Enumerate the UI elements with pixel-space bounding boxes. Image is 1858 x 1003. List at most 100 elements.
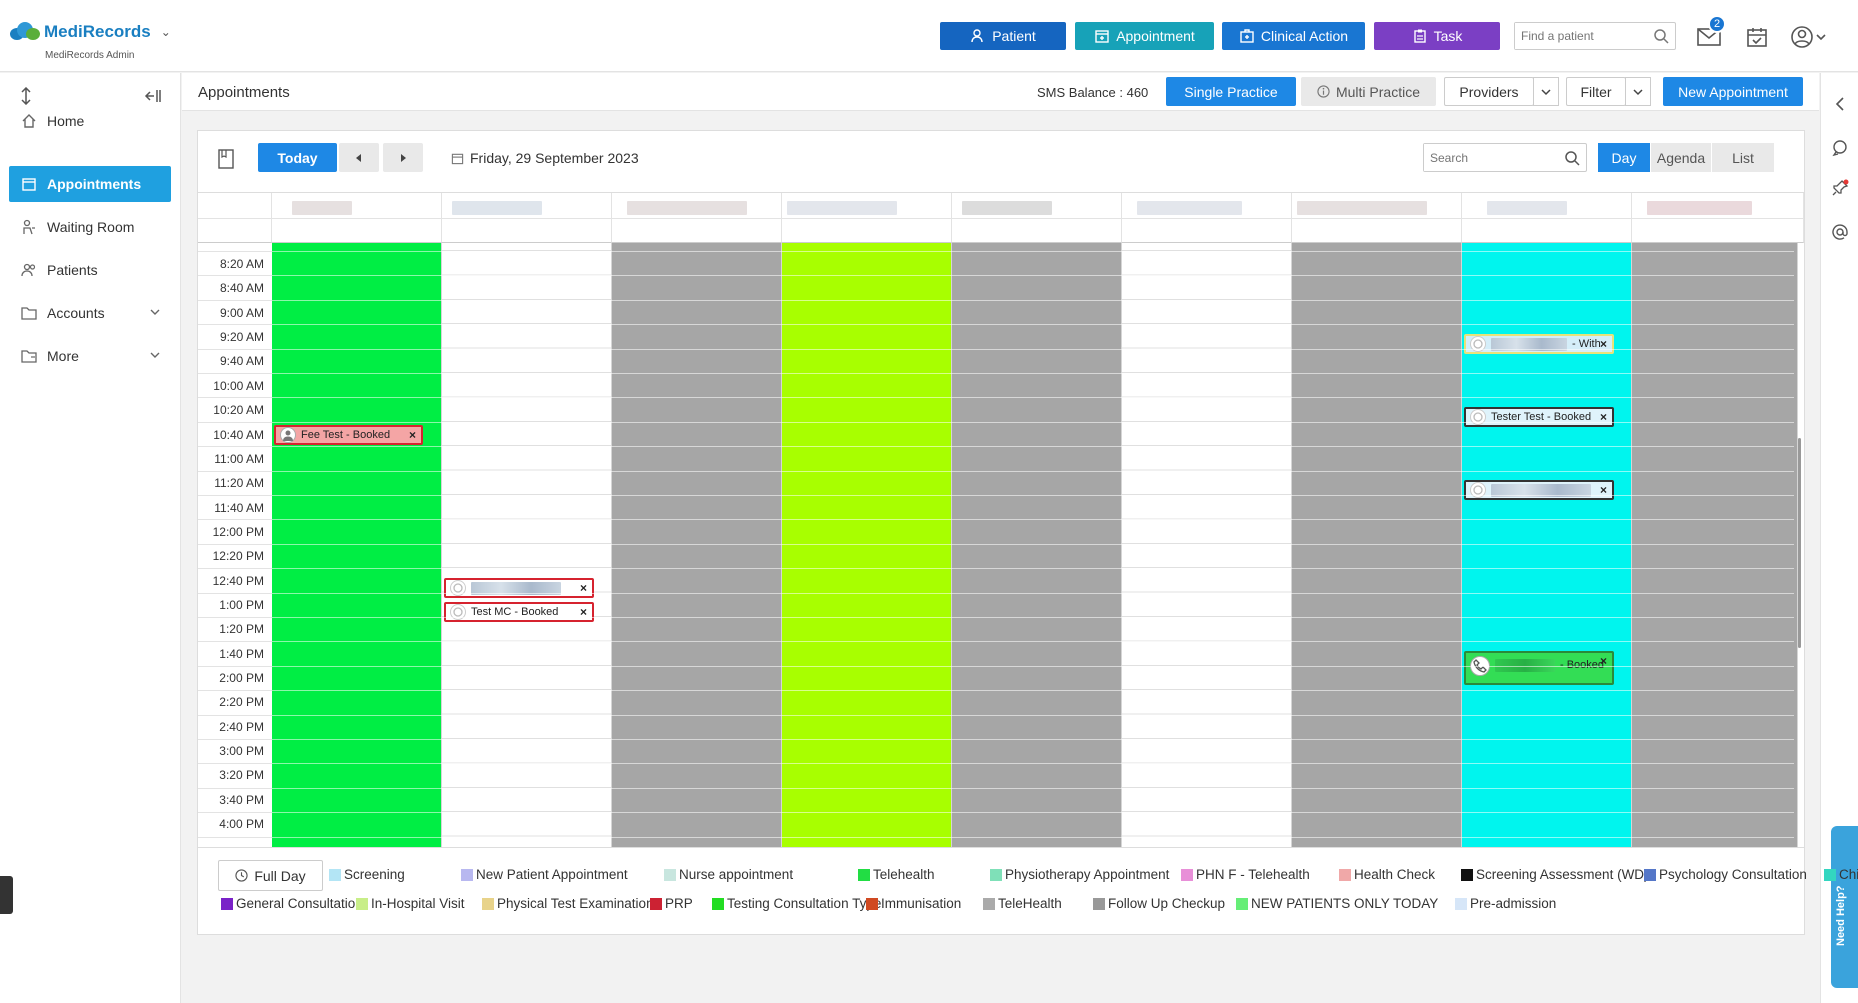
providers-button[interactable]: Providers	[1444, 77, 1534, 106]
appointment-fee-test[interactable]: Fee Test - Booked ×	[274, 425, 423, 445]
close-icon[interactable]: ×	[409, 428, 416, 442]
content-header: Appointments SMS Balance : 460 Single Pr…	[182, 73, 1819, 111]
provider-column-header[interactable]	[442, 193, 612, 219]
search-icon[interactable]	[1653, 28, 1669, 44]
all-day-cell[interactable]	[1632, 219, 1804, 243]
legend-item: In-Hospital Visit	[356, 896, 465, 911]
legend-swatch	[990, 868, 1002, 881]
appointment-test-mc[interactable]: Test MC - Booked ×	[444, 602, 594, 622]
chevron-down-icon[interactable]: ⌄	[161, 25, 171, 39]
app-logo[interactable]: MediRecords ⌄	[10, 22, 171, 42]
appointment-blurred[interactable]: ×	[444, 578, 594, 598]
search-icon[interactable]	[1564, 150, 1580, 166]
sidebar-item-patients[interactable]: Patients	[9, 252, 171, 288]
current-date[interactable]: Friday, 29 September 2023	[451, 150, 639, 166]
view-agenda-button[interactable]: Agenda	[1651, 143, 1711, 172]
filter-button[interactable]: Filter	[1566, 77, 1626, 106]
providers-dropdown-toggle[interactable]	[1533, 77, 1559, 106]
patient-button[interactable]: Patient	[940, 22, 1066, 50]
settings-user-icon	[450, 580, 466, 596]
all-day-cell[interactable]	[442, 219, 612, 243]
sidebar-item-more[interactable]: More	[9, 338, 171, 374]
sidebar-item-home[interactable]: Home	[9, 103, 171, 139]
previous-day-button[interactable]	[339, 143, 379, 172]
provider-column-header[interactable]	[612, 193, 782, 219]
find-patient-input[interactable]	[1515, 23, 1645, 49]
appointment-blurred[interactable]: ×	[1464, 480, 1614, 500]
single-practice-button[interactable]: Single Practice	[1166, 77, 1296, 106]
provider-column-header[interactable]	[272, 193, 442, 219]
appointment-with[interactable]: - With ×	[1464, 334, 1614, 354]
at-sign-icon[interactable]	[1831, 223, 1849, 241]
multi-practice-button[interactable]: Multi Practice	[1301, 77, 1436, 106]
all-day-cell[interactable]	[952, 219, 1122, 243]
provider-column-header[interactable]	[782, 193, 952, 219]
user-avatar-icon[interactable]	[1790, 24, 1826, 50]
provider-day-column[interactable]	[442, 243, 612, 847]
chevron-left-icon[interactable]	[1831, 95, 1849, 113]
appointment-tester-test[interactable]: Tester Test - Booked ×	[1464, 407, 1614, 427]
provider-column-header[interactable]	[1292, 193, 1462, 219]
provider-day-column[interactable]	[1632, 243, 1798, 847]
filter-dropdown-toggle[interactable]	[1625, 77, 1651, 106]
grid-line	[272, 714, 1794, 716]
full-day-button[interactable]: Full Day	[218, 860, 323, 891]
legend-swatch	[664, 868, 676, 881]
calendar-check-icon[interactable]	[1744, 24, 1770, 50]
chevron-down-icon[interactable]	[149, 350, 161, 360]
view-list-label: List	[1732, 149, 1754, 166]
provider-day-column[interactable]	[952, 243, 1122, 847]
grid-line	[272, 470, 1794, 472]
provider-day-column[interactable]	[1122, 243, 1292, 847]
legend-swatch	[650, 897, 662, 910]
new-appointment-button[interactable]: New Appointment	[1663, 77, 1803, 106]
clinical-action-button[interactable]: Clinical Action	[1222, 22, 1365, 50]
view-day-button[interactable]: Day	[1598, 143, 1650, 172]
all-day-cell[interactable]	[1122, 219, 1292, 243]
grid-line	[272, 446, 1794, 448]
sidebar-item-accounts[interactable]: Accounts	[9, 295, 171, 331]
scheduler-search-input[interactable]	[1424, 144, 1554, 171]
patient-button-label: Patient	[992, 28, 1036, 44]
all-day-cell[interactable]	[272, 219, 442, 243]
chat-icon[interactable]	[1831, 139, 1849, 157]
scheduler-search-field[interactable]	[1423, 143, 1587, 172]
sidebar: Home Appointments Waiting Room Patients …	[0, 73, 181, 1003]
need-help-tab[interactable]: Need Help?	[1831, 826, 1858, 988]
task-button[interactable]: Task	[1374, 22, 1500, 50]
provider-day-column[interactable]	[272, 243, 442, 847]
appointment-booked[interactable]: - Booked ×	[1464, 651, 1614, 685]
legend-item: Immunisation	[866, 896, 961, 911]
pin-icon[interactable]	[1831, 179, 1849, 197]
provider-column-header[interactable]	[1632, 193, 1804, 219]
collapse-sidebar-icon[interactable]	[144, 88, 162, 104]
left-edge-handle[interactable]	[0, 876, 13, 914]
provider-column-header[interactable]	[1122, 193, 1292, 219]
next-day-button[interactable]	[383, 143, 423, 172]
provider-day-column[interactable]	[1292, 243, 1462, 847]
provider-column-header[interactable]	[1462, 193, 1632, 219]
appointment-button[interactable]: Appointment	[1075, 22, 1214, 50]
grid-line	[198, 446, 272, 448]
chevron-down-icon[interactable]	[149, 307, 161, 317]
brand-subtitle: MediRecords Admin	[45, 50, 135, 61]
provider-day-column[interactable]	[782, 243, 952, 847]
sidebar-item-waiting-room[interactable]: Waiting Room	[9, 209, 171, 245]
grid-line	[198, 690, 272, 692]
today-button[interactable]: Today	[258, 143, 337, 172]
all-day-cell[interactable]	[612, 219, 782, 243]
grid-line	[272, 617, 1794, 618]
all-day-cell[interactable]	[1292, 219, 1462, 243]
time-label: 10:20 AM	[213, 403, 264, 417]
all-day-cell[interactable]	[198, 219, 272, 243]
print-document-icon[interactable]	[218, 149, 234, 169]
grid-line	[272, 592, 1794, 594]
sidebar-item-appointments[interactable]: Appointments	[9, 166, 171, 202]
provider-column-header[interactable]	[952, 193, 1122, 219]
all-day-cell[interactable]	[782, 219, 952, 243]
view-list-button[interactable]: List	[1712, 143, 1774, 172]
find-patient-field[interactable]	[1514, 22, 1676, 50]
provider-day-column[interactable]	[612, 243, 782, 847]
all-day-cell[interactable]	[1462, 219, 1632, 243]
grid-scrollbar[interactable]	[1798, 438, 1801, 648]
